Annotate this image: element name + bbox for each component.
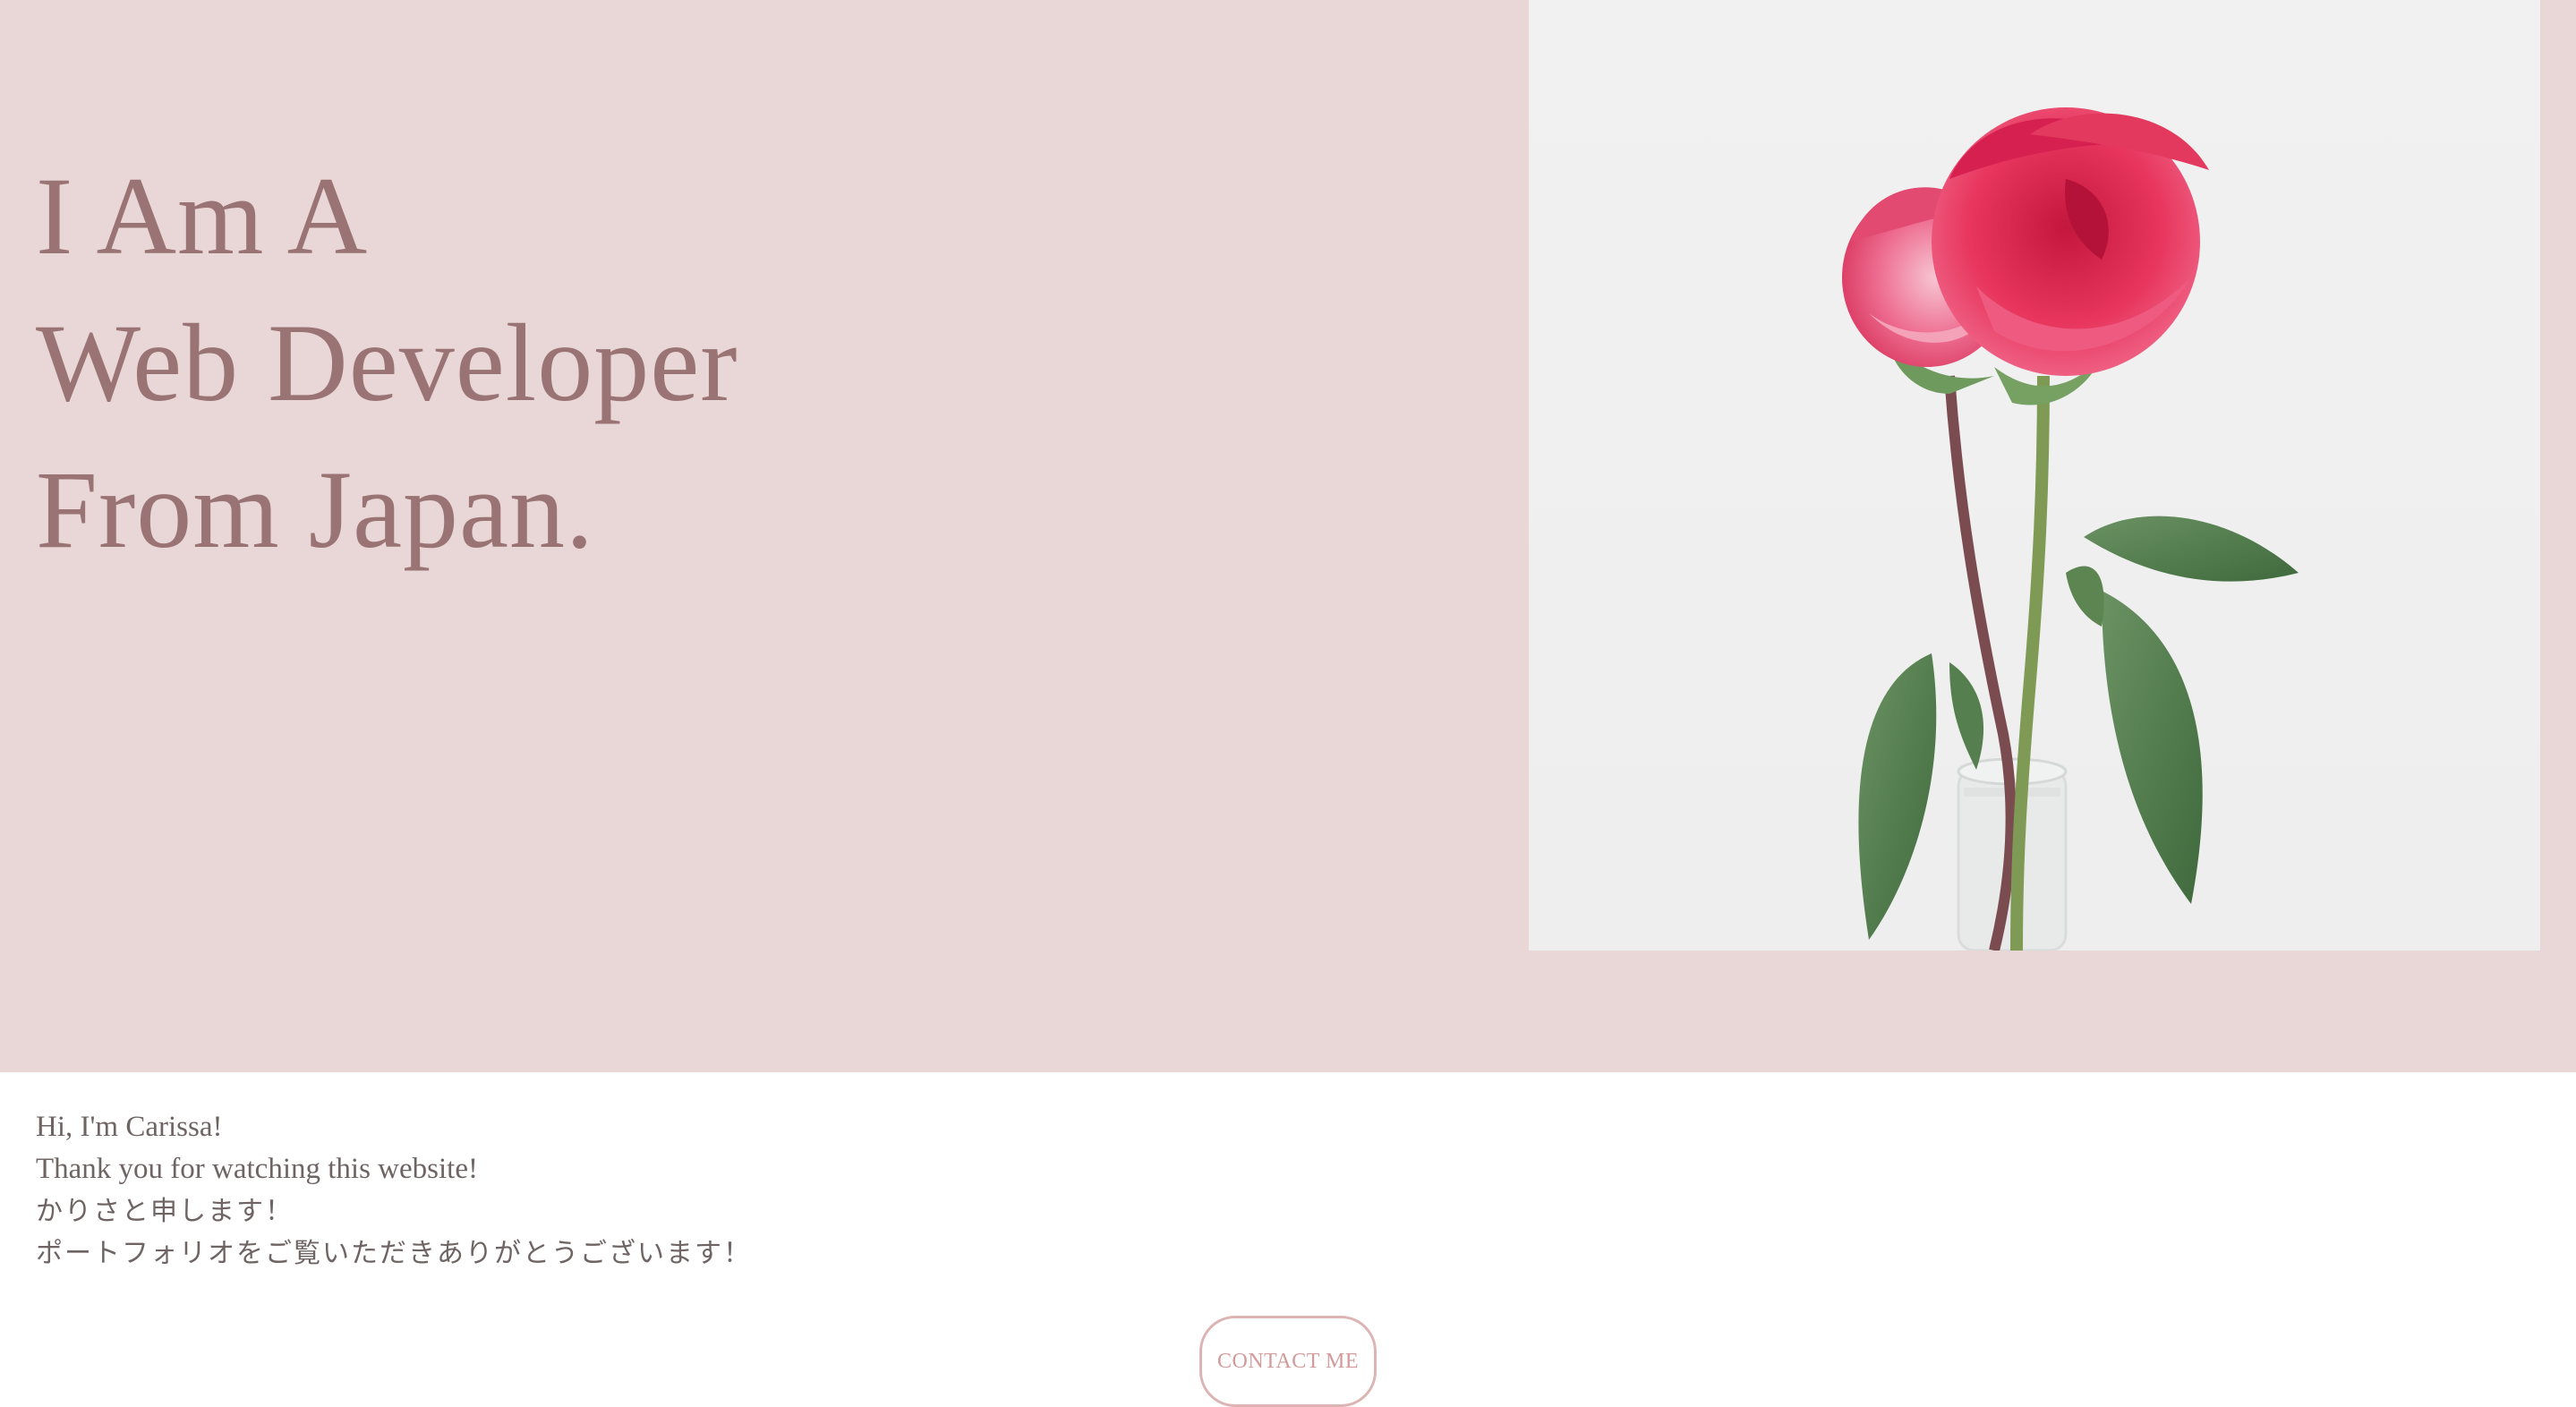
- intro-line-jp-greeting: かりさと申します！: [36, 1196, 294, 1227]
- intro-line-jp-thanks: ポートフォリオをご覧いただきありがとうございます！: [36, 1238, 752, 1269]
- intro-line-thanks: Thank you for watching this website!: [36, 1153, 478, 1185]
- rose-photo: [1529, 0, 2540, 951]
- intro-line-greeting: Hi, I'm Carissa!: [36, 1111, 223, 1143]
- intro-text: Hi, I'm Carissa! Thank you for watching …: [36, 1106, 752, 1275]
- hero-section: I Am A Web Developer From Japan.: [0, 0, 2576, 1072]
- headline-line-3: From Japan.: [36, 448, 595, 571]
- contact-me-button[interactable]: CONTACT ME: [1199, 1316, 1377, 1407]
- headline-line-1: I Am A: [36, 155, 369, 277]
- headline-line-2: Web Developer: [36, 302, 738, 424]
- hero-headline: I Am A Web Developer From Japan.: [36, 143, 738, 584]
